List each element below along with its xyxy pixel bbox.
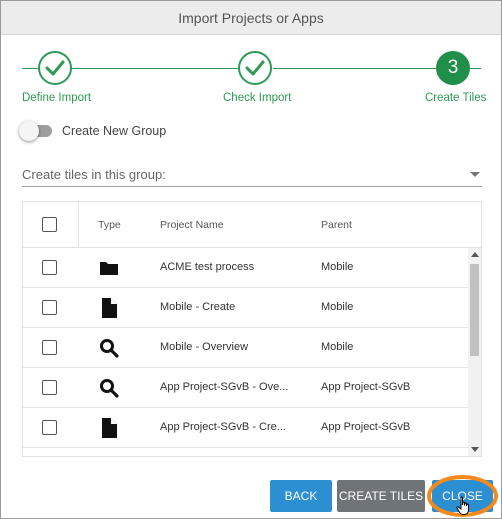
step-3-label: Create Tiles [425, 92, 487, 104]
stepper-line [273, 68, 437, 69]
toggle-knob[interactable] [19, 121, 39, 141]
table-row[interactable]: App Project-SGvB - Cre... App Project-SG… [23, 408, 468, 448]
check-icon [45, 60, 65, 76]
table-row[interactable]: App Project-SGvB - Ove... App Project-SG… [23, 368, 468, 408]
header-project-name[interactable]: Project Name [160, 219, 224, 231]
project-name: App Project-SGvB - Cre... [160, 421, 286, 433]
search-icon [100, 379, 119, 398]
project-parent: App Project-SGvB [321, 381, 411, 393]
select-all-checkbox[interactable] [42, 217, 57, 232]
row-checkbox[interactable] [42, 380, 57, 395]
check-icon [245, 60, 265, 76]
stepper: 3 Define Import Check Import Create Tile… [1, 49, 501, 109]
project-name: Mobile - Create [160, 301, 236, 313]
scroll-up-arrow-icon[interactable] [471, 252, 479, 257]
group-select-label: Create tiles in this group: [22, 167, 166, 182]
table-scrollbar[interactable] [468, 248, 481, 456]
folder-icon [100, 262, 118, 275]
header-parent[interactable]: Parent [321, 219, 352, 231]
step-2-circle[interactable] [238, 51, 272, 85]
row-checkbox[interactable] [42, 260, 57, 275]
document-icon [102, 298, 117, 318]
scroll-down-arrow-icon[interactable] [471, 447, 479, 452]
step-3-circle[interactable]: 3 [436, 51, 470, 85]
projects-table: Type Project Name Parent ACME test proce… [22, 201, 482, 457]
row-checkbox[interactable] [42, 340, 57, 355]
back-button[interactable]: BACK [270, 480, 332, 512]
table-row[interactable]: Mobile - Overview Mobile [23, 328, 468, 368]
hand-cursor-icon [456, 496, 469, 515]
row-checkbox[interactable] [42, 300, 57, 315]
group-select[interactable]: Create tiles in this group: [22, 163, 482, 187]
dialog-title: Import Projects or Apps [1, 1, 501, 35]
project-name: Mobile - Overview [160, 341, 249, 353]
stepper-line [469, 68, 481, 69]
table-header: Type Project Name Parent [23, 202, 481, 248]
document-icon [102, 418, 117, 438]
create-new-group-toggle-row: Create New Group [19, 121, 167, 141]
dropdown-caret-icon[interactable] [470, 172, 480, 177]
project-parent: App Project-SGvB [321, 421, 411, 433]
header-divider [78, 202, 79, 248]
stepper-line [70, 68, 239, 69]
create-new-group-label: Create New Group [62, 124, 167, 138]
step-2-label: Check Import [223, 92, 292, 104]
project-parent: Mobile [321, 261, 354, 273]
row-checkbox[interactable] [42, 420, 57, 435]
step-1-circle[interactable] [38, 51, 72, 85]
scrollbar-thumb[interactable] [470, 264, 479, 356]
project-name: ACME test process [160, 261, 255, 273]
project-parent: Mobile [321, 341, 354, 353]
table-row[interactable]: ACME test process Mobile [23, 248, 468, 288]
header-type[interactable]: Type [98, 219, 121, 231]
table-row[interactable]: Mobile - Create Mobile [23, 288, 468, 328]
create-new-group-toggle[interactable] [19, 121, 52, 141]
project-parent: Mobile [321, 301, 354, 313]
project-name: App Project-SGvB - Ove... [160, 381, 289, 393]
search-icon [100, 339, 119, 358]
step-1-label: Define Import [22, 92, 92, 104]
create-tiles-button[interactable]: CREATE TILES [337, 480, 425, 512]
import-dialog: Import Projects or Apps 3 Define Import … [0, 0, 502, 519]
